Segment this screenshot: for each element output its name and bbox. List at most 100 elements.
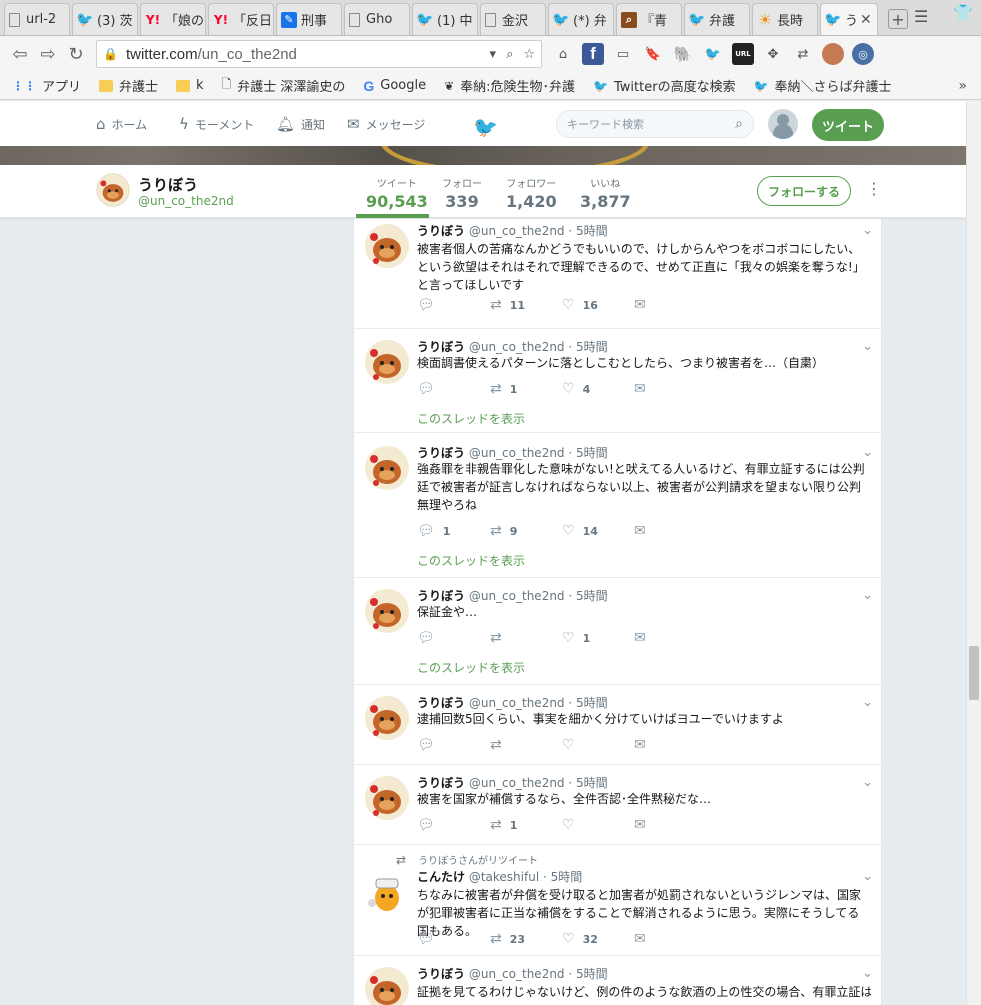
browser-tab[interactable]: 🐦 (3) 茨 [72, 3, 138, 35]
tweet-author-name[interactable]: うりぼう [417, 696, 465, 710]
reply-button[interactable]: 💬︎ [417, 737, 490, 753]
bookmark-item[interactable]: 🗋 弁護士 深澤諭史の [222, 75, 346, 96]
forward-button[interactable]: ⇨ [34, 40, 62, 68]
tweet-author-name[interactable]: うりぼう [417, 589, 465, 603]
bookmark-icon[interactable]: 🔖 [642, 43, 664, 65]
page-scrollbar[interactable] [966, 101, 981, 1005]
browser-tab[interactable]: url-2 [4, 3, 70, 35]
url-bar[interactable]: 🔒 twitter.com/un_co_the2nd ▾ ⌕ ☆ [96, 40, 542, 68]
browser-tab[interactable]: 🐦 (*) 弁 [548, 3, 614, 35]
tweet-timestamp[interactable]: · 5時間 [568, 340, 607, 354]
bookmark-apps[interactable]: ⋮⋮ アプリ [12, 76, 81, 96]
like-button[interactable]: ♡ 14 [562, 523, 634, 539]
chevron-down-icon[interactable]: ⌄ [862, 339, 873, 354]
retweet-button[interactable]: ⇄ 9 [490, 523, 562, 539]
tweet[interactable]: うりぼう @un_co_the2nd · 5時間 ⌄ 証拠を見てるわけじゃないけ… [354, 956, 881, 1005]
like-button[interactable]: ♡ 32 [562, 931, 634, 947]
tweet[interactable]: うりぼう @un_co_the2nd · 5時間 ⌄ 逮捕回数5回くらい、事実を… [354, 685, 881, 765]
profile-handle[interactable]: @un_co_the2nd [138, 194, 234, 208]
tweet-author-handle[interactable]: @un_co_the2nd [469, 340, 565, 354]
reload-button[interactable]: ↻ [62, 40, 90, 68]
reply-button[interactable]: 💬︎ [417, 297, 490, 313]
chevron-down-icon[interactable]: ⌄ [862, 223, 873, 238]
chevron-down-icon[interactable]: ⌄ [862, 445, 873, 460]
retweet-context-label[interactable]: うりぼうさんがリツイート [418, 852, 538, 867]
home-icon[interactable]: ⌂ [552, 43, 574, 65]
bookmark-item[interactable]: 🐦 Twitterの高度な検索 [593, 76, 736, 96]
like-button[interactable]: ♡ [562, 737, 634, 753]
chevron-down-icon[interactable]: ⌄ [862, 695, 873, 710]
url-shortener-icon[interactable]: URL [732, 43, 754, 65]
nav-notifications[interactable]: 🔔︎ 通知 [276, 115, 325, 133]
show-thread-link[interactable]: このスレッドを表示 [417, 410, 525, 427]
tweet-timestamp[interactable]: · 5時間 [568, 589, 607, 603]
like-button[interactable]: ♡ [562, 817, 634, 833]
tweet-timestamp[interactable]: · 5時間 [568, 224, 607, 238]
retweet-button[interactable]: ⇄ [490, 630, 562, 646]
browser-tab-active[interactable]: 🐦 う ✕ [820, 3, 878, 35]
chevron-down-icon[interactable]: ⌄ [862, 775, 873, 790]
facebook-icon[interactable]: f [582, 43, 604, 65]
tweet-timestamp[interactable]: · 5時間 [568, 967, 607, 981]
reader-icon[interactable]: ▭ [612, 43, 634, 65]
chevron-down-icon[interactable]: ⌄ [862, 966, 873, 981]
bookmark-folder[interactable]: 弁護士 [99, 76, 158, 95]
tweet-author-handle[interactable]: @un_co_the2nd [469, 776, 565, 790]
more-options-icon[interactable]: ⋮ [866, 179, 882, 198]
search-input[interactable]: キーワード検索 ⌕ [556, 110, 754, 138]
stat-following[interactable]: フォロー 339 [442, 175, 482, 211]
reply-button[interactable]: 💬︎ [417, 931, 490, 947]
tweet-author-name[interactable]: うりぼう [417, 967, 465, 981]
tweet-author-handle[interactable]: @takeshiful [469, 870, 539, 884]
back-button[interactable]: ⇦ [6, 40, 34, 68]
reply-button[interactable]: 💬︎ 1 [417, 523, 490, 539]
like-button[interactable]: ♡ 1 [562, 630, 634, 646]
chevron-down-icon[interactable]: ⌄ [862, 869, 873, 884]
tweet-avatar[interactable] [364, 588, 410, 634]
retweet-button[interactable]: ⇄ [490, 737, 562, 753]
tweet-author-name[interactable]: うりぼう [417, 340, 465, 354]
evernote-icon[interactable]: 🐘 [672, 43, 694, 65]
twitter-extension-icon[interactable]: 🐦 [702, 43, 724, 65]
stat-followers[interactable]: フォロワー 1,420 [506, 175, 557, 211]
tweet-avatar[interactable] [364, 445, 410, 491]
tweet-timestamp[interactable]: · 5時間 [568, 696, 607, 710]
retweet-button[interactable]: ⇄ 1 [490, 381, 562, 397]
tweet-avatar[interactable] [364, 339, 410, 385]
profile-name[interactable]: うりぼう [138, 174, 198, 195]
tweet-author-name[interactable]: うりぼう [417, 446, 465, 460]
tweet-avatar[interactable] [364, 869, 410, 915]
tweet[interactable]: うりぼう @un_co_the2nd · 5時間 ⌄ 被害を国家が補償するなら、… [354, 765, 881, 845]
tweet-button[interactable]: ツイート [812, 109, 884, 141]
tweet-author-handle[interactable]: @un_co_the2nd [469, 224, 565, 238]
new-tab-button[interactable]: + [888, 9, 908, 29]
tweet[interactable]: うりぼう @un_co_the2nd · 5時間 ⌄ 検面調書使えるパターンに落… [354, 329, 881, 433]
tab-list-icon[interactable]: ☰ [914, 7, 928, 26]
retweeted-tweet[interactable]: ⇄ うりぼうさんがリツイート こんたけ @takeshiful · 5時間 ⌄ ち… [354, 845, 881, 956]
reply-button[interactable]: 💬︎ [417, 381, 490, 397]
direct-message-button[interactable]: ✉ [634, 817, 646, 833]
tweet-author-handle[interactable]: @un_co_the2nd [469, 696, 565, 710]
nav-moments[interactable]: ϟ モーメント [179, 115, 254, 133]
tweet-timestamp[interactable]: · 5時間 [543, 870, 582, 884]
follow-button[interactable]: フォローする [757, 176, 851, 206]
scrollbar-thumb[interactable] [969, 646, 979, 700]
bookmark-item[interactable]: G Google [363, 78, 426, 94]
twitter-bird-icon[interactable]: 🐦 [473, 115, 498, 139]
direct-message-button[interactable]: ✉ [634, 381, 646, 397]
retweet-button[interactable]: ⇄ 23 [490, 931, 562, 947]
browser-tab[interactable]: Y! 「反日 [208, 3, 274, 35]
direct-message-button[interactable]: ✉ [634, 737, 646, 753]
tweet[interactable]: うりぼう @un_co_the2nd · 5時間 ⌄ 強姦罪を非親告罪化した意味… [354, 435, 881, 578]
profile-menu-icon[interactable]: 👕 [953, 3, 973, 22]
tweet[interactable]: うりぼう @un_co_the2nd · 5時間 ⌄ 保証金や… 💬︎ ⇄ ♡ 1… [354, 578, 881, 685]
direct-message-button[interactable]: ✉ [634, 297, 646, 313]
tweet-author-name[interactable]: こんたけ [417, 870, 465, 884]
sync-icon[interactable]: ⇄ [792, 43, 814, 65]
tweet-avatar[interactable] [364, 695, 410, 741]
tweet-avatar[interactable] [364, 775, 410, 821]
zoom-icon[interactable]: ⌕ [506, 47, 513, 62]
browser-tab[interactable]: 🐦 弁護 [684, 3, 750, 35]
stat-tweets[interactable]: ツイート 90,543 [366, 175, 428, 211]
dropdown-icon[interactable]: ▾ [490, 47, 497, 62]
